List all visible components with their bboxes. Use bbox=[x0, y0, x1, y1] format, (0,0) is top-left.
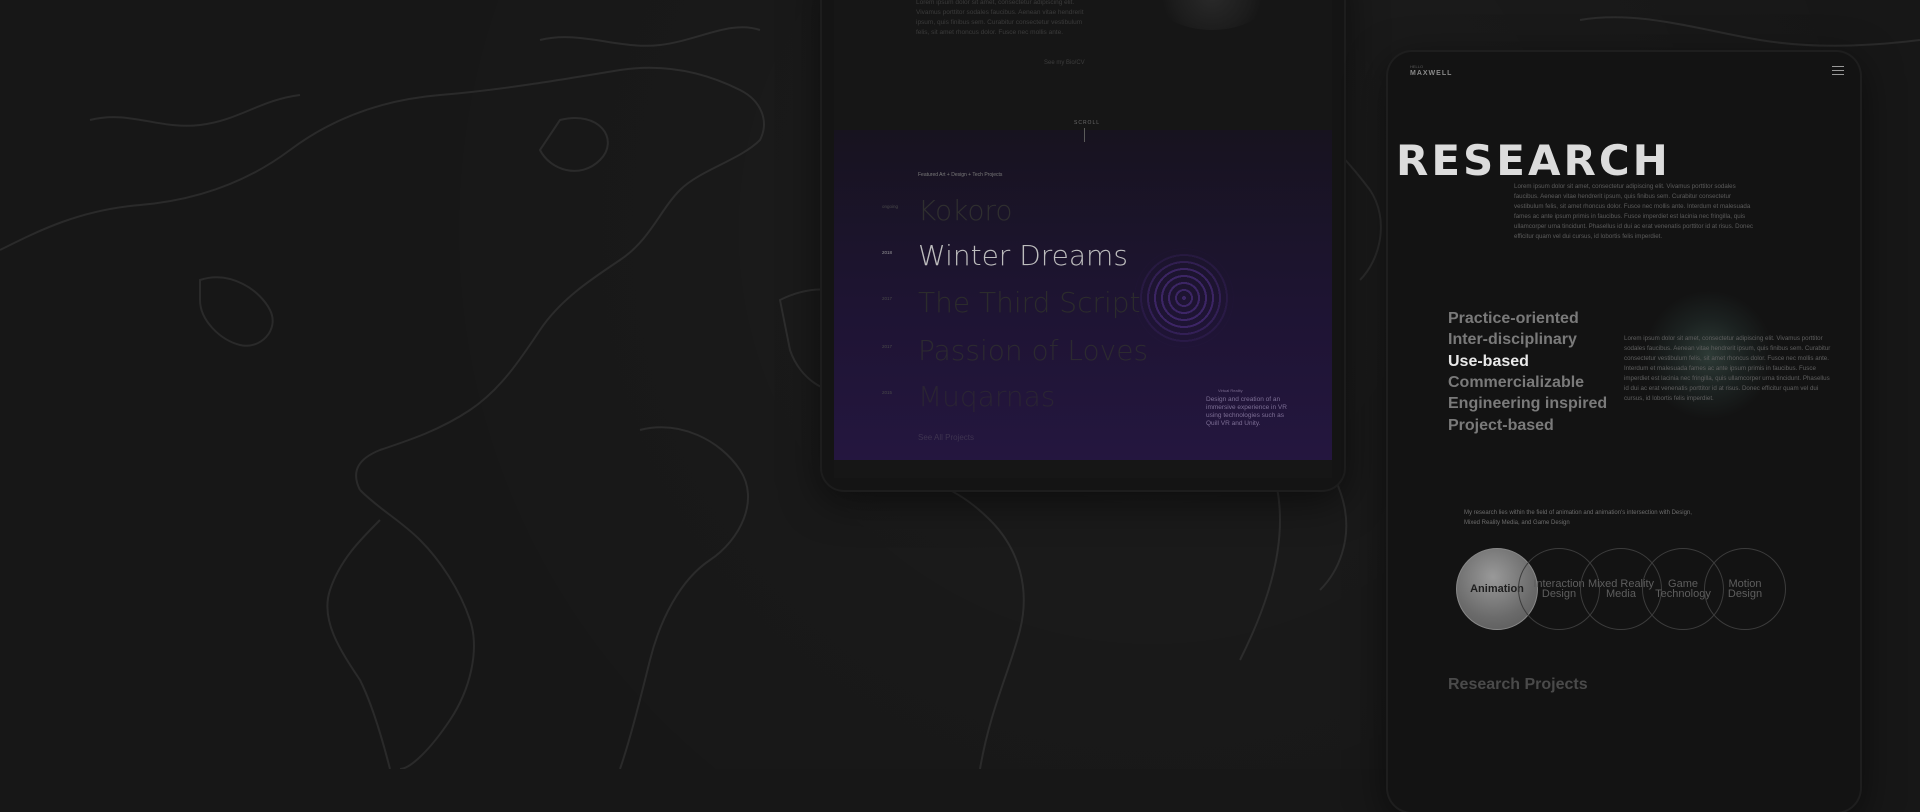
featured-label: Featured Art + Design + Tech Projects bbox=[918, 172, 1003, 178]
brand-tagline: HELLO bbox=[1410, 64, 1424, 69]
project-link-kokoro[interactable]: Kokoro bbox=[918, 194, 1012, 227]
scroll-label: SCROLL bbox=[1074, 120, 1101, 126]
see-all-projects-link[interactable]: See All Projects bbox=[918, 433, 974, 442]
scroll-indicator-line bbox=[1084, 128, 1085, 142]
project-link-passion-of-loves[interactable]: Passion of Loves bbox=[918, 334, 1148, 367]
brand-logo[interactable]: MAXWELL bbox=[1410, 70, 1452, 77]
project-description: Design and creation of an immersive expe… bbox=[1206, 396, 1287, 427]
research-projects-heading: Research Projects bbox=[1448, 676, 1588, 693]
project-year: 2017 bbox=[882, 344, 893, 349]
phone-mockup: HELLO MAXWELL RESEARCH Lorem ipsum dolor… bbox=[1388, 52, 1860, 812]
ripple-rings-graphic bbox=[1134, 248, 1234, 348]
attribute-commercializable[interactable]: Commercializable bbox=[1448, 374, 1584, 392]
project-year: 2017 bbox=[882, 296, 893, 301]
tablet-mockup: Lorem ipsum dolor sit amet, consectetur … bbox=[822, 0, 1344, 490]
topic-circle-motion-design[interactable]: Motion Design bbox=[1704, 548, 1786, 630]
research-intro-text: Lorem ipsum dolor sit amet, consectetur … bbox=[1514, 183, 1754, 240]
topic-label: Motion Design bbox=[1727, 578, 1763, 600]
project-category: Virtual Reality bbox=[1218, 388, 1243, 393]
attribute-use-based[interactable]: Use-based bbox=[1448, 353, 1529, 371]
page-title: RESEARCH bbox=[1396, 136, 1671, 185]
bio-text: Lorem ipsum dolor sit amet, consectetur … bbox=[916, 0, 1084, 36]
research-note: My research lies within the field of ani… bbox=[1464, 510, 1692, 526]
hamburger-menu-icon[interactable] bbox=[1832, 66, 1844, 76]
top-orb bbox=[1152, 0, 1272, 30]
project-link-winter-dreams[interactable]: Winter Dreams bbox=[918, 239, 1128, 272]
project-year: 2015 bbox=[882, 390, 893, 395]
project-year: ongoing bbox=[882, 204, 899, 209]
project-year: 2018 bbox=[882, 250, 893, 255]
project-link-muqarnas[interactable]: Muqarnas bbox=[918, 380, 1055, 413]
attribute-practice-oriented[interactable]: Practice-oriented bbox=[1448, 310, 1579, 328]
attribute-description: Lorem ipsum dolor sit amet, consectetur … bbox=[1624, 335, 1831, 402]
tablet-screen: Lorem ipsum dolor sit amet, consectetur … bbox=[834, 0, 1332, 478]
attribute-engineering-inspired[interactable]: Engineering inspired bbox=[1448, 395, 1607, 413]
attribute-inter-disciplinary[interactable]: Inter-disciplinary bbox=[1448, 331, 1577, 349]
see-bio-link[interactable]: See my Bio/CV bbox=[1044, 60, 1085, 66]
project-link-third-script[interactable]: The Third Script bbox=[918, 286, 1141, 319]
attribute-project-based[interactable]: Project-based bbox=[1448, 417, 1554, 435]
